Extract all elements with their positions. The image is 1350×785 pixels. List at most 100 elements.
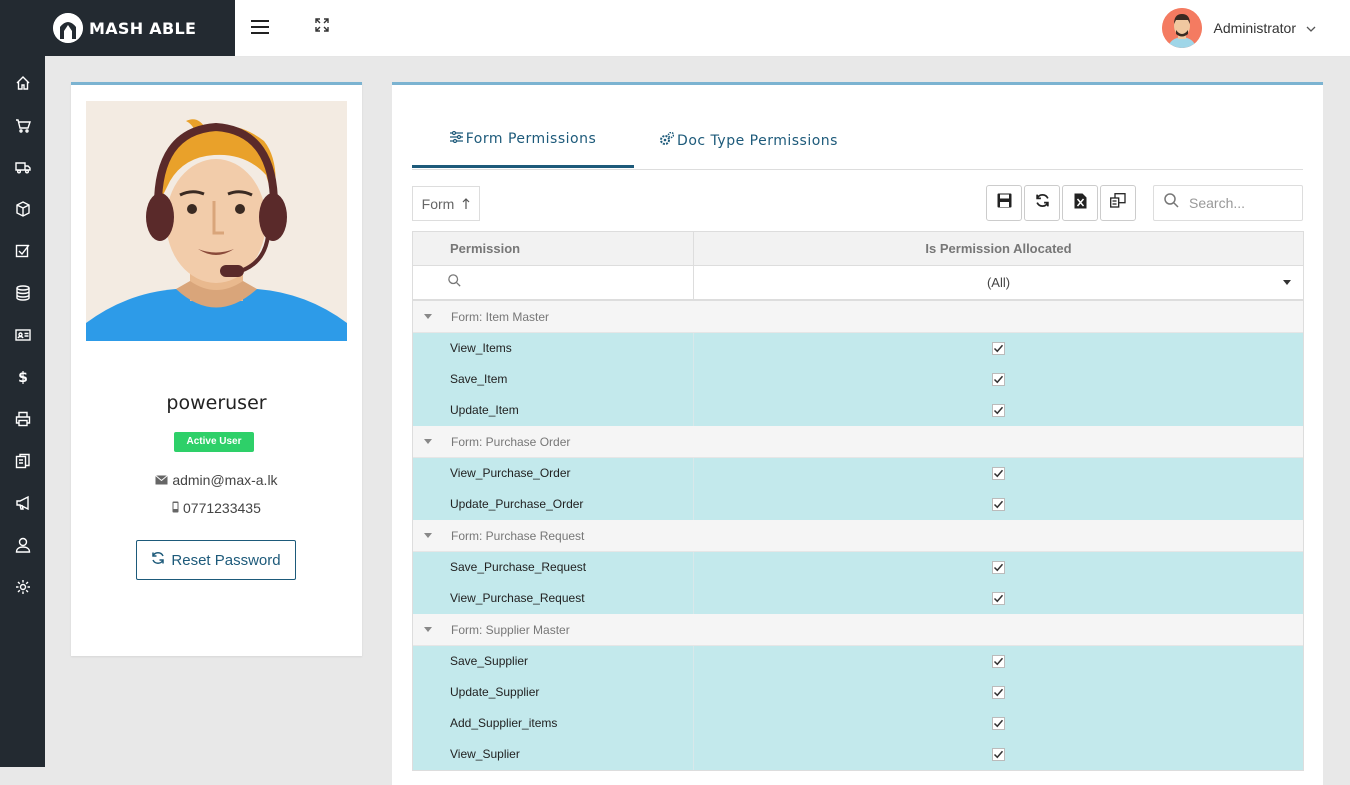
table-row[interactable]: Save_Supplier [413, 646, 1303, 677]
table-row[interactable]: View_Purchase_Request [413, 583, 1303, 614]
allocated-filter-select[interactable]: (All) [694, 266, 1303, 299]
grid-header: Permission Is Permission Allocated [413, 232, 1303, 266]
permission-checkbox[interactable] [992, 498, 1005, 511]
user-icon [15, 537, 31, 553]
permission-checkbox[interactable] [992, 561, 1005, 574]
collapse-triangle-icon[interactable] [424, 627, 432, 632]
table-row[interactable]: View_Items [413, 333, 1303, 364]
table-row[interactable]: Save_Item [413, 364, 1303, 395]
sidebar-item-checklist[interactable] [0, 230, 45, 272]
sidebar-item-user[interactable] [0, 524, 45, 566]
sort-by-form-button[interactable]: Form [412, 186, 480, 221]
search-box [1153, 185, 1303, 221]
sidebar-item-id-card[interactable] [0, 314, 45, 356]
menu-toggle-icon[interactable] [251, 20, 269, 36]
sidebar-item-home[interactable] [0, 62, 45, 104]
svg-text:$: $ [18, 370, 28, 385]
profile-phone: 0771233435 [183, 500, 261, 516]
sliders-icon [449, 130, 466, 147]
excel-icon [1074, 193, 1087, 214]
table-row[interactable]: Update_Item [413, 395, 1303, 426]
brand[interactable]: MASH ABLE [0, 0, 235, 56]
permission-checkbox[interactable] [992, 748, 1005, 761]
table-row[interactable]: View_Suplier [413, 739, 1303, 770]
permission-name: Update_Supplier [413, 677, 694, 708]
collapse-triangle-icon[interactable] [424, 533, 432, 538]
dollar-icon: $ [15, 369, 31, 385]
allocated-cell [694, 342, 1303, 355]
brand-name: MASH ABLE [89, 18, 197, 38]
group-label: Form: Supplier Master [451, 622, 570, 637]
export-excel-button[interactable] [1062, 185, 1098, 221]
sidebar-item-documents[interactable] [0, 440, 45, 482]
table-row[interactable]: Save_Purchase_Request [413, 552, 1303, 583]
permission-checkbox[interactable] [992, 467, 1005, 480]
table-row[interactable]: Add_Supplier_items [413, 708, 1303, 739]
profile-card: poweruser Active User admin@max-a.lk 077… [71, 82, 362, 656]
database-icon [15, 285, 31, 301]
group-row[interactable]: Form: Item Master [413, 301, 1303, 333]
mobile-icon [172, 500, 183, 516]
table-row[interactable]: View_Purchase_Order [413, 458, 1303, 489]
refresh-icon [151, 551, 171, 569]
allocated-cell [694, 592, 1303, 605]
group-label: Form: Item Master [451, 309, 550, 324]
reset-password-button[interactable]: Reset Password [136, 540, 296, 580]
column-header-permission[interactable]: Permission [413, 232, 694, 265]
profile-email-row: admin@max-a.lk [71, 472, 362, 488]
collapse-triangle-icon[interactable] [424, 439, 432, 444]
permission-checkbox[interactable] [992, 686, 1005, 699]
chevron-down-icon [1306, 19, 1316, 37]
save-button[interactable] [986, 185, 1022, 221]
sidebar-item-truck[interactable] [0, 146, 45, 188]
permission-checkbox[interactable] [992, 404, 1005, 417]
allocated-cell [694, 498, 1303, 511]
sort-label: Form [421, 195, 455, 212]
collapse-triangle-icon[interactable] [424, 314, 432, 319]
tab-form-permissions[interactable]: Form Permissions [412, 113, 634, 168]
allocated-cell [694, 748, 1303, 761]
truck-icon [14, 159, 31, 175]
sidebar-item-gear[interactable] [0, 566, 45, 608]
arrow-up-icon [462, 196, 470, 212]
allocated-cell [694, 686, 1303, 699]
sidebar-item-database[interactable] [0, 272, 45, 314]
column-header-allocated[interactable]: Is Permission Allocated [694, 232, 1303, 265]
permission-name: Update_Purchase_Order [413, 489, 694, 520]
brand-logo-icon [53, 13, 83, 43]
group-row[interactable]: Form: Supplier Master [413, 614, 1303, 646]
permission-name: Save_Supplier [413, 646, 694, 677]
profile-email: admin@max-a.lk [172, 472, 278, 488]
group-row[interactable]: Form: Purchase Order [413, 426, 1303, 458]
tab-doc-type-permissions[interactable]: Doc Type Permissions [654, 113, 844, 168]
sidebar-item-cart[interactable] [0, 104, 45, 146]
sidebar-item-megaphone[interactable] [0, 482, 45, 524]
profile-picture [86, 101, 347, 341]
permission-checkbox[interactable] [992, 592, 1005, 605]
gear-icon [15, 579, 31, 595]
refresh-button[interactable] [1024, 185, 1060, 221]
table-row[interactable]: Update_Purchase_Order [413, 489, 1303, 520]
group-row[interactable]: Form: Purchase Request [413, 520, 1303, 552]
sidebar-item-box[interactable] [0, 188, 45, 230]
permission-name: Save_Item [413, 364, 694, 395]
fullscreen-icon[interactable] [315, 18, 329, 32]
search-input[interactable] [1187, 194, 1291, 212]
floppy-disk-icon [997, 193, 1012, 213]
permission-tabs: Form Permissions Doc Type Permissions [412, 113, 1303, 170]
permission-checkbox[interactable] [992, 342, 1005, 355]
permission-checkbox[interactable] [992, 373, 1005, 386]
filter-row: (All) [413, 266, 1303, 301]
search-icon [1164, 193, 1179, 213]
allocated-cell [694, 655, 1303, 668]
user-menu[interactable]: Administrator [1161, 8, 1316, 48]
id-card-icon [14, 327, 31, 343]
column-chooser-button[interactable] [1100, 185, 1136, 221]
table-row[interactable]: Update_Supplier [413, 677, 1303, 708]
sidebar-item-dollar[interactable]: $ [0, 356, 45, 398]
permission-name: Add_Supplier_items [413, 708, 694, 739]
permission-checkbox[interactable] [992, 655, 1005, 668]
permission-filter-cell[interactable] [413, 266, 694, 299]
permission-checkbox[interactable] [992, 717, 1005, 730]
sidebar-item-printer[interactable] [0, 398, 45, 440]
